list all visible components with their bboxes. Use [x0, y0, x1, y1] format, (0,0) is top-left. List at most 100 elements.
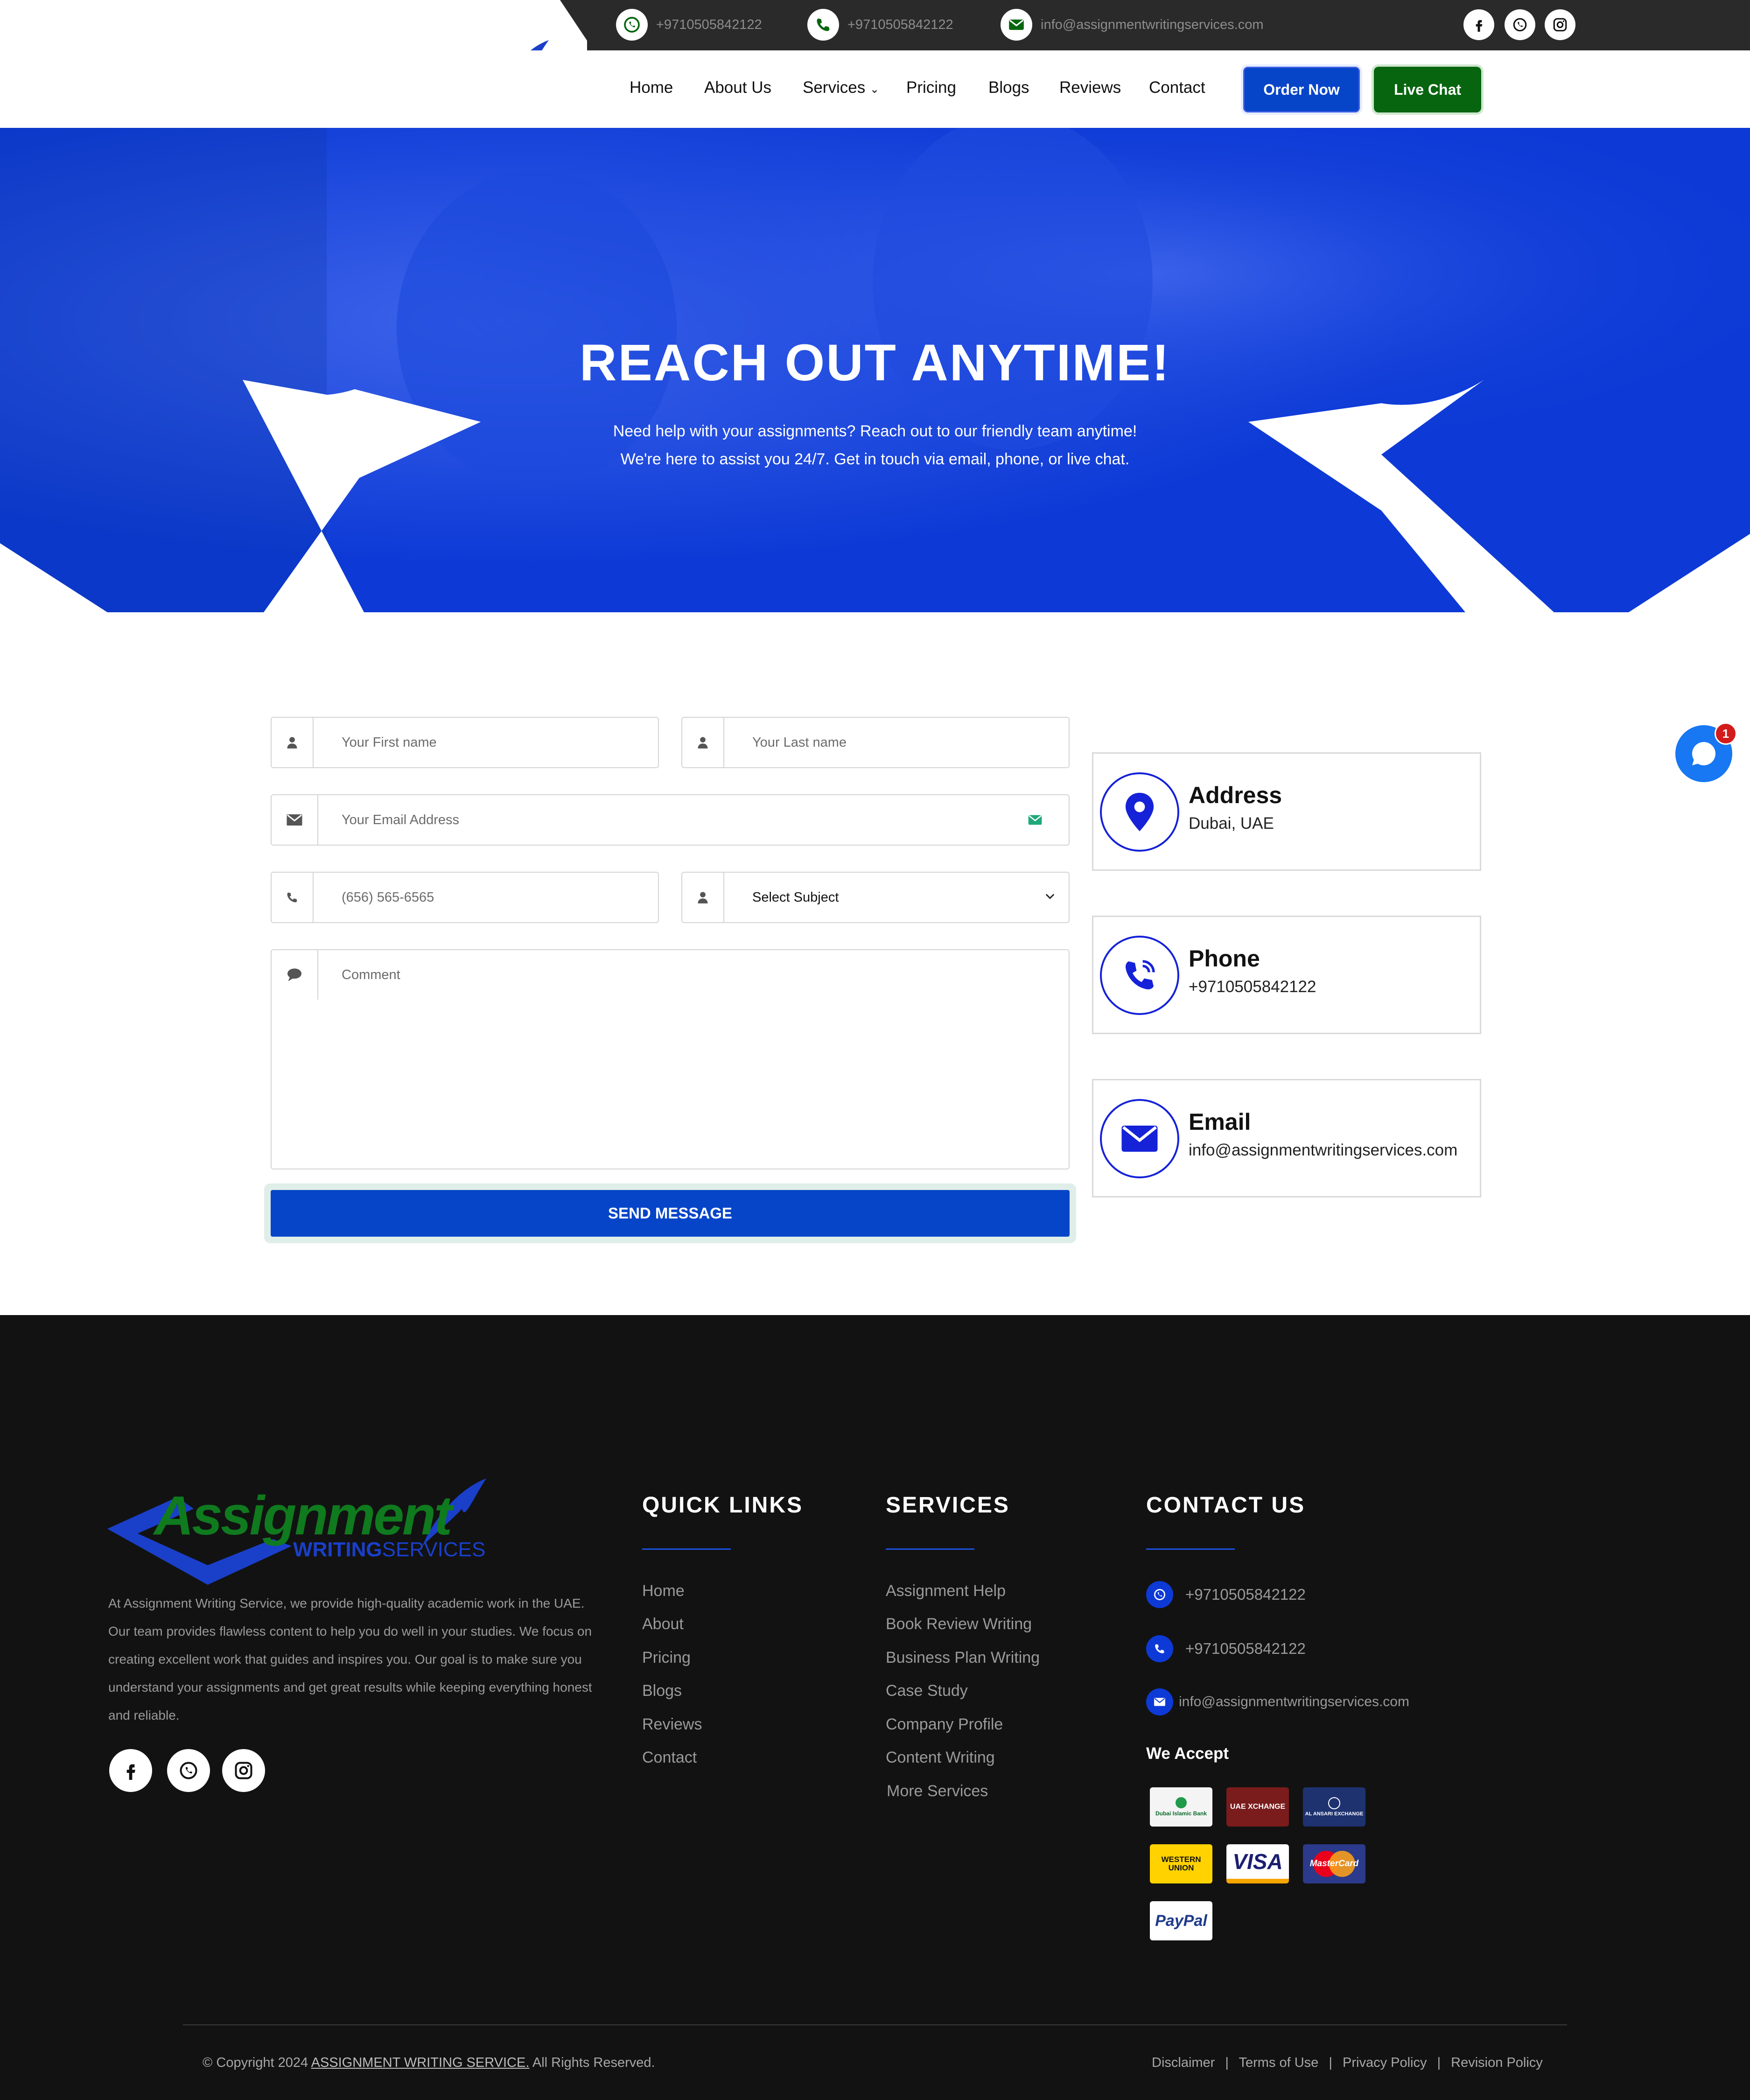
legal-separator: |: [1437, 2055, 1441, 2070]
instagram-icon[interactable]: [1545, 9, 1575, 40]
hero-subtitle-line1: Need help with your assignments? Reach o…: [613, 422, 1137, 440]
nav-contact[interactable]: Contact: [1149, 78, 1205, 97]
footer-link-reviews[interactable]: Reviews: [642, 1715, 702, 1734]
last-name-field[interactable]: Your Last name: [681, 717, 1070, 768]
order-now-button[interactable]: Order Now: [1243, 67, 1360, 112]
mastercard-logo: MasterCard: [1303, 1844, 1365, 1883]
footer-link-blogs[interactable]: Blogs: [642, 1682, 682, 1700]
envelope-icon: [1100, 1099, 1179, 1178]
footer-service-item[interactable]: Content Writing: [886, 1749, 995, 1767]
address-value: Dubai, UAE: [1189, 814, 1274, 833]
footer-logo-subtext: WRITINGSERVICES: [293, 1538, 485, 1561]
legal-separator: |: [1329, 2055, 1332, 2070]
footer-link-home[interactable]: Home: [642, 1582, 685, 1600]
topbar-whatsapp[interactable]: +9710505842122: [616, 8, 762, 41]
phone-icon: [1100, 936, 1179, 1015]
nav-blogs[interactable]: Blogs: [988, 78, 1029, 97]
topbar-whatsapp-number: +9710505842122: [656, 17, 762, 32]
services-heading: SERVICES: [886, 1493, 1010, 1518]
legal-link-privacy[interactable]: Privacy Policy: [1343, 2055, 1427, 2070]
subject-select[interactable]: Select Subject: [681, 872, 1070, 923]
instagram-icon[interactable]: [222, 1749, 265, 1792]
chat-notification-badge: 1: [1715, 722, 1737, 745]
contact-heading: CONTACT US: [1146, 1493, 1306, 1518]
email-value[interactable]: info@assignmentwritingservices.com: [1189, 1141, 1457, 1160]
whatsapp-icon[interactable]: [1505, 9, 1535, 40]
legal-link-revision[interactable]: Revision Policy: [1451, 2055, 1543, 2070]
quick-links-divider: [642, 1548, 731, 1550]
footer-about-text: At Assignment Writing Service, we provid…: [108, 1596, 592, 1722]
nav-services-label: Services: [803, 78, 866, 97]
al-ansari-exchange-logo: AL ANSARI EXCHANGE: [1303, 1787, 1365, 1827]
legal-link-terms[interactable]: Terms of Use: [1239, 2055, 1319, 2070]
main-nav: Home About Us Services ⌄ Pricing Blogs R…: [0, 50, 1750, 128]
legal-separator: |: [1225, 2055, 1229, 2070]
site-footer: Assignment WRITINGSERVICES At Assignment…: [0, 1315, 1750, 2100]
footer-service-item[interactable]: Assignment Help: [886, 1582, 1006, 1600]
nav-pricing[interactable]: Pricing: [906, 78, 956, 97]
nav-reviews[interactable]: Reviews: [1059, 78, 1121, 97]
email-autofill-icon[interactable]: [1028, 814, 1043, 828]
footer-whatsapp-number: +9710505842122: [1185, 1586, 1306, 1603]
facebook-icon[interactable]: [1463, 9, 1494, 40]
envelope-icon: [272, 795, 318, 845]
comment-textarea[interactable]: Comment: [271, 949, 1070, 1169]
footer-service-item[interactable]: Company Profile: [886, 1715, 1003, 1734]
email-field[interactable]: Your Email Address: [271, 794, 1070, 846]
last-name-placeholder: Your Last name: [752, 735, 847, 750]
phone-field[interactable]: (656) 565-6565: [271, 872, 659, 923]
nav-about-us[interactable]: About Us: [704, 78, 771, 97]
topbar-phone[interactable]: +9710505842122: [807, 8, 953, 41]
footer-link-contact[interactable]: Contact: [642, 1749, 697, 1767]
footer-service-item[interactable]: Case Study: [886, 1682, 968, 1700]
copyright-suffix: All Rights Reserved.: [532, 2055, 655, 2070]
envelope-icon: [1001, 9, 1032, 41]
mastercard-label: MasterCard: [1309, 1859, 1359, 1869]
phone-value[interactable]: +9710505842122: [1189, 978, 1316, 996]
services-divider: [886, 1548, 974, 1550]
footer-logo[interactable]: Assignment WRITINGSERVICES: [107, 1474, 495, 1586]
payment-label-ansari: AL ANSARI EXCHANGE: [1305, 1811, 1364, 1817]
phone-icon: [1146, 1635, 1173, 1662]
comment-icon: [272, 950, 318, 1000]
visa-logo: VISA: [1226, 1844, 1289, 1883]
footer-service-item[interactable]: Business Plan Writing: [886, 1649, 1040, 1667]
footer-phone-number: +9710505842122: [1185, 1640, 1306, 1657]
user-icon: [272, 718, 314, 767]
legal-link-disclaimer[interactable]: Disclaimer: [1152, 2055, 1215, 2070]
topbar-email[interactable]: info@assignmentwritingservices.com: [1001, 8, 1264, 41]
nav-services[interactable]: Services ⌄: [803, 78, 879, 97]
phone-icon: [272, 873, 314, 922]
nav-home[interactable]: Home: [630, 78, 673, 97]
uae-exchange-logo: UAE XCHANGE: [1226, 1787, 1289, 1827]
western-union-logo: WESTERN UNION: [1150, 1844, 1212, 1883]
footer-link-about[interactable]: About: [642, 1615, 684, 1633]
footer-service-item[interactable]: More Services: [887, 1782, 988, 1800]
footer-email-address: info@assignmentwritingservices.com: [1179, 1694, 1409, 1709]
map-pin-icon: [1100, 772, 1179, 852]
phone-card: Phone +9710505842122: [1092, 916, 1481, 1034]
contact-divider: [1146, 1548, 1235, 1550]
chat-widget-button[interactable]: 1: [1675, 722, 1737, 782]
hero-subtitle-line2: We're here to assist you 24/7. Get in to…: [620, 450, 1130, 468]
chevron-down-icon: ⌄: [869, 83, 880, 96]
phone-placeholder: (656) 565-6565: [342, 889, 434, 905]
legal-links: Disclaimer | Terms of Use | Privacy Poli…: [1152, 2055, 1543, 2071]
copyright-prefix: © Copyright 2024: [203, 2055, 308, 2070]
footer-link-pricing[interactable]: Pricing: [642, 1649, 691, 1667]
whatsapp-icon[interactable]: [167, 1749, 210, 1792]
footer-contact-phone[interactable]: +9710505842122: [1146, 1635, 1306, 1662]
address-title: Address: [1189, 782, 1282, 808]
whatsapp-icon: [616, 9, 648, 41]
facebook-icon[interactable]: [109, 1749, 152, 1792]
copyright-link[interactable]: ASSIGNMENT WRITING SERVICE.: [311, 2055, 530, 2070]
live-chat-button[interactable]: Live Chat: [1374, 67, 1481, 112]
footer-contact-email[interactable]: info@assignmentwritingservices.com: [1146, 1688, 1409, 1715]
footer-contact-whatsapp[interactable]: +9710505842122: [1146, 1581, 1306, 1608]
phone-title: Phone: [1189, 945, 1260, 972]
topbar-email-address: info@assignmentwritingservices.com: [1041, 17, 1264, 32]
first-name-field[interactable]: Your First name: [271, 717, 659, 768]
send-message-button[interactable]: SEND MESSAGE: [271, 1190, 1070, 1237]
footer-service-item[interactable]: Book Review Writing: [886, 1615, 1032, 1633]
topbar-phone-number: +9710505842122: [847, 17, 953, 32]
